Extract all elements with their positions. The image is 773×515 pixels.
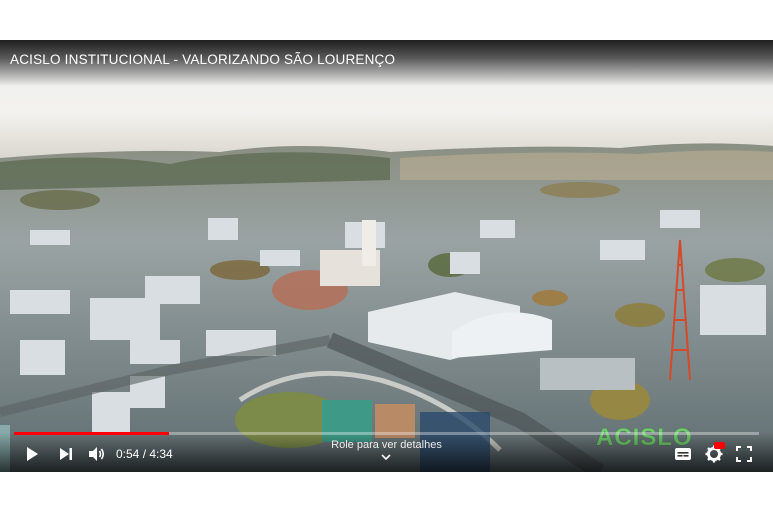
hd-badge-icon — [714, 442, 725, 449]
title-overlay: ACISLO INSTITUCIONAL - VALORIZANDO SÃO L… — [0, 40, 773, 86]
subtitles-button[interactable] — [673, 444, 693, 464]
settings-button[interactable] — [704, 442, 725, 464]
scroll-hint[interactable]: Role para ver detalhes — [0, 439, 773, 451]
progress-bar-played — [14, 432, 169, 435]
chevron-down-icon[interactable] — [381, 453, 391, 461]
progress-bar[interactable] — [14, 432, 759, 435]
video-title[interactable]: ACISLO INSTITUCIONAL - VALORIZANDO SÃO L… — [10, 52, 395, 67]
video-frame-aerial-city — [0, 40, 773, 472]
player-controls: 0:54 / 4:34 Role para ver detalhes — [0, 432, 773, 472]
fullscreen-button[interactable] — [734, 444, 754, 464]
subtitles-icon — [675, 448, 691, 460]
fullscreen-icon — [736, 446, 752, 462]
video-player[interactable]: ACISLO INSTITUCIONAL - VALORIZANDO SÃO L… — [0, 40, 773, 472]
